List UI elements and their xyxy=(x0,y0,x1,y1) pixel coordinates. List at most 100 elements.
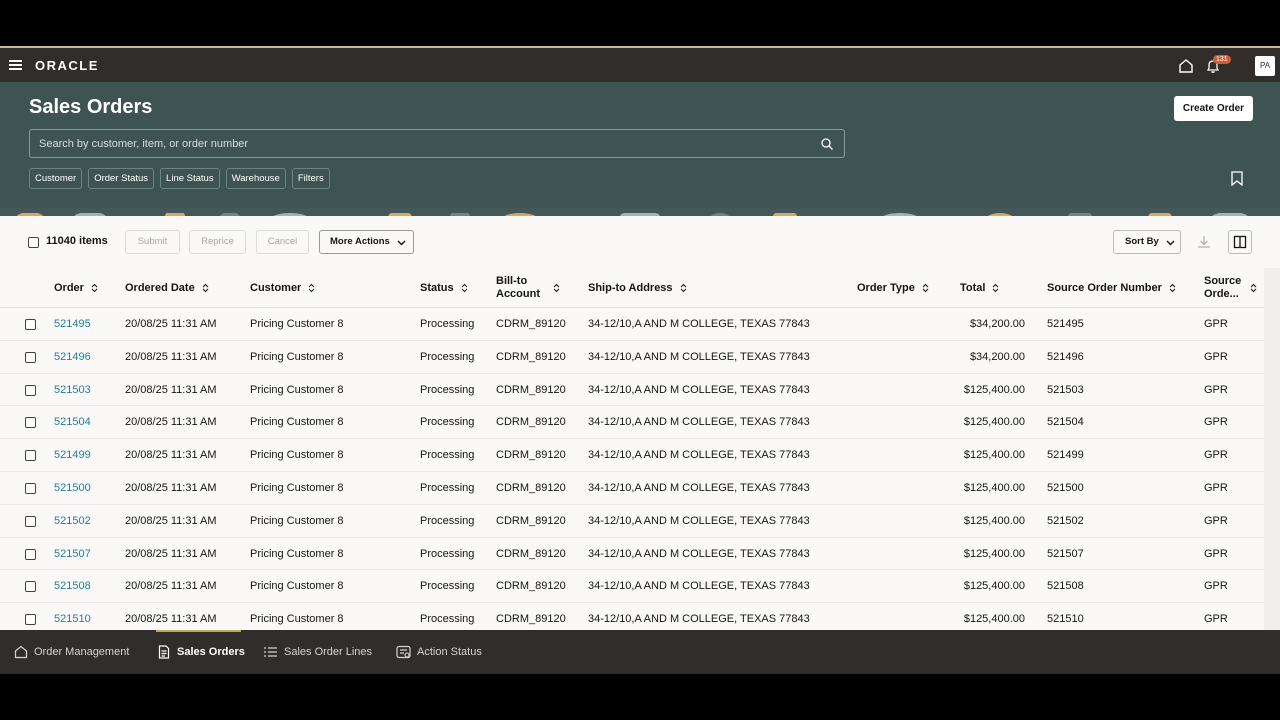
column-header-status[interactable]: Status xyxy=(420,268,468,308)
status-cell: Processing xyxy=(420,350,475,363)
reprice-button[interactable]: Reprice xyxy=(189,230,246,254)
customer-cell: Pricing Customer 8 xyxy=(250,383,344,396)
ordered-date-cell: 20/08/25 11:31 AM xyxy=(125,350,217,363)
source-order-cell: GPR xyxy=(1204,580,1228,593)
row-checkbox[interactable] xyxy=(25,614,36,626)
source-order-cell: GPR xyxy=(1204,547,1228,560)
ship-to-cell: 34-12/10,A AND M COLLEGE, TEXAS 77843 xyxy=(588,383,810,396)
order-number-link[interactable]: 521503 xyxy=(54,374,91,406)
total-cell: $125,400.00 xyxy=(963,580,1025,593)
row-checkbox[interactable] xyxy=(25,581,36,593)
column-header-source-order[interactable]: Source Orde... xyxy=(1204,268,1257,308)
more-actions-button[interactable]: More Actions xyxy=(319,230,414,254)
order-number-link[interactable]: 521508 xyxy=(54,570,91,602)
bill-to-cell: CDRM_89120 xyxy=(496,514,566,527)
total-cell: $125,400.00 xyxy=(963,514,1025,527)
table-row[interactable]: 521499 20/08/25 11:31 AM Pricing Customer … xyxy=(0,439,1264,472)
order-number-link[interactable]: 521500 xyxy=(54,472,91,504)
source-order-number-cell: 521495 xyxy=(1047,318,1084,330)
column-header-total[interactable]: Total xyxy=(960,268,999,308)
item-count: 11040 items xyxy=(46,235,108,247)
order-number-link[interactable]: 521495 xyxy=(54,308,91,340)
create-order-button[interactable]: Create Order xyxy=(1174,96,1253,121)
column-header-ordered-date[interactable]: Ordered Date xyxy=(125,268,209,308)
chip-filters[interactable]: Filters xyxy=(291,168,330,189)
total-cell: $34,200.00 xyxy=(969,350,1025,363)
source-order-number-cell: 521507 xyxy=(1047,547,1084,560)
column-header-ship-to[interactable]: Ship-to Address xyxy=(588,268,687,308)
chip-customer[interactable]: Customer xyxy=(29,168,83,189)
chip-line-status[interactable]: Line Status xyxy=(160,168,220,189)
bill-to-cell: CDRM_89120 xyxy=(496,482,566,494)
search-icon[interactable] xyxy=(820,137,834,151)
column-header-source-order-number[interactable]: Source Order Number xyxy=(1047,268,1176,308)
submit-button[interactable]: Submit xyxy=(125,230,180,254)
vertical-scrollbar[interactable] xyxy=(1264,268,1280,630)
total-cell: $34,200.00 xyxy=(969,318,1025,330)
row-checkbox[interactable] xyxy=(25,351,36,363)
select-all-checkbox[interactable] xyxy=(28,237,39,248)
row-checkbox[interactable] xyxy=(25,384,36,396)
order-number-link[interactable]: 521499 xyxy=(54,439,91,471)
nav-action-status[interactable]: Action Status xyxy=(396,630,482,674)
column-label: Status xyxy=(420,281,454,294)
total-cell: $125,400.00 xyxy=(963,416,1025,429)
source-order-number-cell: 521500 xyxy=(1047,482,1084,494)
document-icon xyxy=(158,645,170,659)
ship-to-cell: 34-12/10,A AND M COLLEGE, TEXAS 77843 xyxy=(588,416,810,429)
menu-icon[interactable] xyxy=(9,60,22,70)
chip-order-status[interactable]: Order Status xyxy=(88,168,155,189)
table-row[interactable]: 521500 20/08/25 11:31 AM Pricing Customer … xyxy=(0,472,1264,505)
table-row[interactable]: 521496 20/08/25 11:31 AM Pricing Customer … xyxy=(0,341,1264,374)
row-checkbox[interactable] xyxy=(25,450,36,462)
table-row[interactable]: 521502 20/08/25 11:31 AM Pricing Customer … xyxy=(0,505,1264,538)
search-input[interactable] xyxy=(39,136,799,152)
sort-by-button[interactable]: Sort By xyxy=(1113,230,1181,254)
column-header-bill-to[interactable]: Bill-to Account xyxy=(496,268,560,308)
table-toolbar: 11040 items Submit Reprice Cancel More A… xyxy=(0,216,1280,268)
total-cell: $125,400.00 xyxy=(963,449,1025,462)
table-row[interactable]: 521504 20/08/25 11:31 AM Pricing Customer … xyxy=(0,406,1264,440)
table-row[interactable]: 521508 20/08/25 11:31 AM Pricing Customer … xyxy=(0,570,1264,604)
ship-to-cell: 34-12/10,A AND M COLLEGE, TEXAS 77843 xyxy=(588,350,810,363)
column-header-customer[interactable]: Customer xyxy=(250,268,315,308)
row-checkbox[interactable] xyxy=(25,319,36,330)
source-order-number-cell: 521496 xyxy=(1047,350,1084,363)
bill-to-cell: CDRM_89120 xyxy=(496,318,566,330)
nav-sales-order-lines[interactable]: Sales Order Lines xyxy=(263,630,372,674)
nav-sales-orders[interactable]: Sales Orders xyxy=(157,630,245,674)
global-header: ORACLE 131 PA xyxy=(0,46,1280,82)
order-number-link[interactable]: 521496 xyxy=(54,341,91,373)
source-order-number-cell: 521503 xyxy=(1047,383,1084,396)
row-checkbox[interactable] xyxy=(25,548,36,560)
order-number-link[interactable]: 521507 xyxy=(54,538,91,570)
filter-chips: Customer Order Status Line Status Wareho… xyxy=(29,168,330,189)
source-order-number-cell: 521499 xyxy=(1047,449,1084,462)
ordered-date-cell: 20/08/25 11:31 AM xyxy=(125,482,217,494)
column-header-order[interactable]: Order xyxy=(54,268,98,308)
row-checkbox[interactable] xyxy=(25,417,36,429)
bottom-navigation: Order Management Sales Orders Sales Orde… xyxy=(0,630,1280,674)
user-avatar[interactable]: PA xyxy=(1255,56,1275,76)
home-icon[interactable] xyxy=(1177,57,1195,75)
nav-order-management[interactable]: Order Management xyxy=(14,630,129,674)
column-label: Order Type xyxy=(857,281,915,294)
bill-to-cell: CDRM_89120 xyxy=(496,416,566,429)
order-number-link[interactable]: 521502 xyxy=(54,505,91,537)
row-checkbox[interactable] xyxy=(25,515,36,527)
bill-to-cell: CDRM_89120 xyxy=(496,449,566,462)
row-checkbox[interactable] xyxy=(25,483,36,494)
column-view-button[interactable] xyxy=(1228,230,1252,254)
cancel-button[interactable]: Cancel xyxy=(256,230,309,254)
chip-warehouse[interactable]: Warehouse xyxy=(225,168,286,189)
sort-by-label: Sort By xyxy=(1125,236,1159,247)
order-number-link[interactable]: 521504 xyxy=(54,406,91,438)
search-field[interactable] xyxy=(29,129,845,158)
table-row[interactable]: 521507 20/08/25 11:31 AM Pricing Customer … xyxy=(0,538,1264,571)
table-row[interactable]: 521503 20/08/25 11:31 AM Pricing Customer … xyxy=(0,374,1264,407)
ship-to-cell: 34-12/10,A AND M COLLEGE, TEXAS 77843 xyxy=(588,318,810,330)
table-row[interactable]: 521495 20/08/25 11:31 AM Pricing Customer … xyxy=(0,308,1264,341)
column-header-order-type[interactable]: Order Type xyxy=(857,268,929,308)
download-icon[interactable] xyxy=(1195,233,1213,251)
bookmark-icon[interactable] xyxy=(1231,171,1243,186)
